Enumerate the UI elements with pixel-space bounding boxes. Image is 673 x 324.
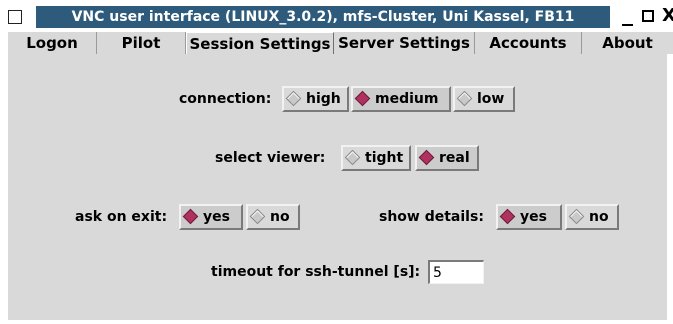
show-details-no-radio[interactable]: no <box>565 204 619 230</box>
vnc-window: VNC user interface (LINUX_3.0.2), mfs-Cl… <box>0 0 673 324</box>
tab-logon[interactable]: Logon <box>8 32 97 54</box>
select-viewer-label: select viewer: <box>215 150 326 166</box>
timeout-label: timeout for ssh-tunnel [s]: <box>211 264 421 280</box>
radio-label: real <box>439 150 470 166</box>
radio-label: tight <box>365 150 404 166</box>
radio-selected-indicator-icon <box>354 90 371 107</box>
radio-indicator-icon <box>344 149 361 166</box>
show-details-label: show details: <box>379 209 484 225</box>
radio-indicator-icon <box>249 208 266 225</box>
tab-bar: Logon Pilot Session Settings Server Sett… <box>8 32 673 55</box>
connection-high-radio[interactable]: high <box>282 86 349 112</box>
ask-on-exit-yes-radio[interactable]: yes <box>179 204 243 230</box>
viewer-real-radio[interactable]: real <box>415 145 479 171</box>
viewer-tight-radio[interactable]: tight <box>341 145 411 171</box>
tab-pilot[interactable]: Pilot <box>97 32 186 54</box>
radio-indicator-icon <box>568 208 585 225</box>
radio-label: low <box>477 91 505 107</box>
window-title: VNC user interface (LINUX_3.0.2), mfs-Cl… <box>36 6 610 28</box>
minimize-icon[interactable] <box>622 24 633 26</box>
close-icon[interactable]: X <box>662 4 673 28</box>
radio-indicator-icon <box>285 90 302 107</box>
tab-accounts[interactable]: Accounts <box>475 32 582 54</box>
tab-server-settings[interactable]: Server Settings <box>334 32 475 54</box>
show-details-yes-radio[interactable]: yes <box>496 204 562 230</box>
window-menu-icon[interactable] <box>8 10 22 24</box>
ask-on-exit-no-radio[interactable]: no <box>246 204 300 230</box>
radio-selected-indicator-icon <box>182 208 199 225</box>
connection-low-radio[interactable]: low <box>453 86 515 112</box>
tab-session-settings[interactable]: Session Settings <box>186 32 334 54</box>
maximize-icon[interactable] <box>642 10 654 22</box>
radio-label: yes <box>520 209 547 225</box>
radio-label: no <box>270 209 290 225</box>
tab-about[interactable]: About <box>582 32 673 54</box>
radio-selected-indicator-icon <box>418 149 435 166</box>
timeout-field[interactable] <box>428 260 484 284</box>
radio-indicator-icon <box>456 90 473 107</box>
connection-label: connection: <box>179 91 272 107</box>
ask-on-exit-label: ask on exit: <box>75 209 168 225</box>
session-settings-panel: connection: high medium low select viewe… <box>8 54 673 320</box>
radio-label: no <box>589 209 609 225</box>
window-right-edge <box>667 54 673 324</box>
title-bar[interactable]: VNC user interface (LINUX_3.0.2), mfs-Cl… <box>0 0 673 32</box>
connection-medium-radio[interactable]: medium <box>351 86 451 112</box>
radio-label: medium <box>375 91 439 107</box>
radio-label: yes <box>203 209 230 225</box>
radio-selected-indicator-icon <box>499 208 516 225</box>
radio-label: high <box>306 91 341 107</box>
